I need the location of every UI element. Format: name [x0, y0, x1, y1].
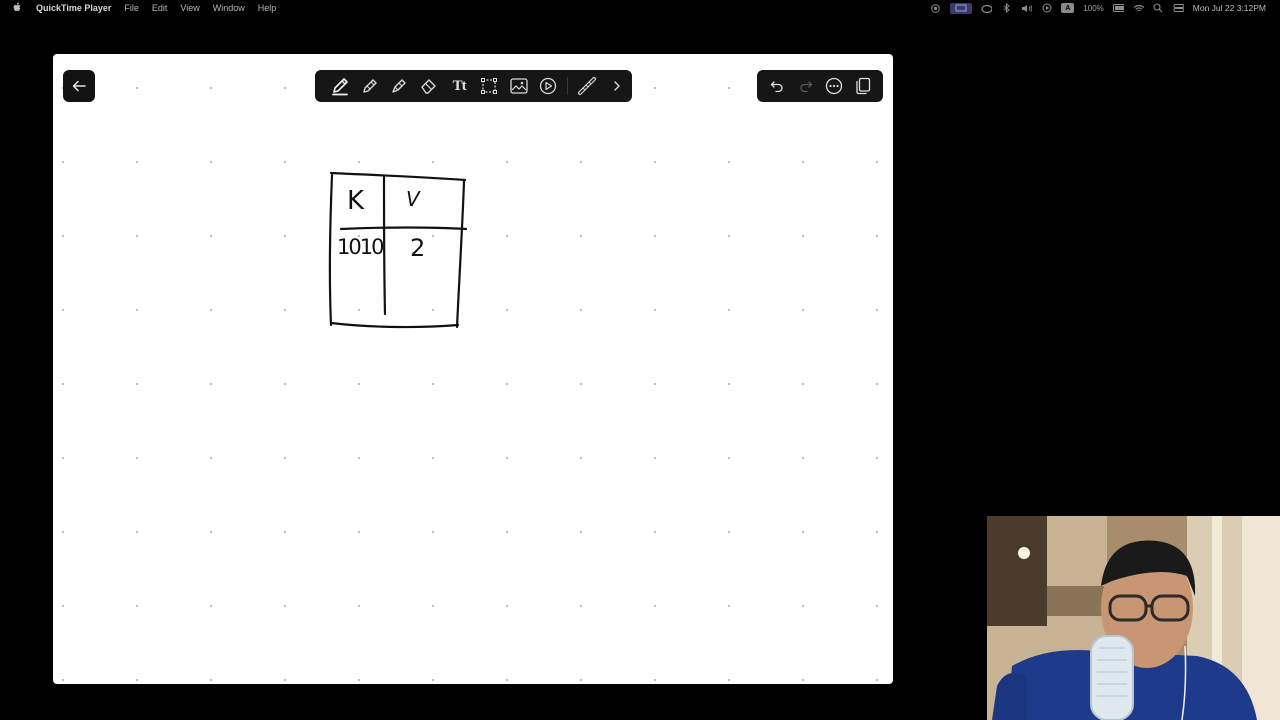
ruler-icon: [578, 77, 597, 95]
pages-icon: [856, 77, 870, 95]
pen-tool[interactable]: [325, 70, 355, 102]
undo-button[interactable]: [764, 73, 790, 99]
arrow-left-icon: [72, 80, 86, 92]
more-icon: [826, 77, 843, 95]
eraser-tool[interactable]: [414, 70, 444, 102]
pencil-icon: [362, 79, 377, 93]
history-toolbar: [757, 70, 883, 102]
control-center-icon[interactable]: [1173, 4, 1184, 13]
volume-icon[interactable]: [1021, 4, 1033, 13]
highlighter-tool[interactable]: [385, 70, 415, 102]
pages-button[interactable]: [850, 73, 876, 99]
highlighter-icon: [392, 79, 407, 93]
menu-help[interactable]: Help: [258, 3, 277, 13]
undo-icon: [771, 81, 783, 92]
menu-view[interactable]: View: [180, 3, 199, 13]
chevron-right-icon: [614, 81, 620, 91]
drawing-toolbar: Tt: [315, 70, 632, 102]
more-options-button[interactable]: [821, 73, 847, 99]
search-icon[interactable]: [1153, 3, 1164, 13]
screen-share-icon[interactable]: [950, 2, 973, 14]
toolbar-divider: [567, 77, 569, 95]
menu-clock[interactable]: Mon Jul 22 3:12PM: [1193, 3, 1266, 13]
menu-edit[interactable]: Edit: [152, 3, 168, 13]
shapes-icon: [540, 77, 557, 95]
table-row-value: 2: [410, 234, 426, 262]
shapes-tool[interactable]: [534, 70, 564, 102]
image-icon: [510, 78, 528, 94]
bluetooth-icon[interactable]: [1001, 3, 1012, 13]
table-header-value: V: [406, 187, 420, 211]
status-area: A 100% Mon Jul 22 3:12PM: [930, 0, 1266, 16]
lasso-select-icon: [480, 78, 497, 94]
redo-button[interactable]: [793, 73, 819, 99]
apple-menu-icon[interactable]: [13, 2, 22, 13]
battery-icon[interactable]: [1112, 4, 1124, 13]
pen-icon: [331, 78, 348, 96]
battery-percent: 100%: [1083, 3, 1104, 13]
menu-window[interactable]: Window: [213, 3, 245, 13]
input-source-icon[interactable]: A: [1061, 3, 1075, 13]
eraser-icon: [421, 79, 436, 94]
text-tool-icon: Tt: [452, 77, 467, 94]
wifi-icon[interactable]: [1133, 4, 1144, 13]
redo-icon: [800, 81, 812, 92]
creative-cloud-icon[interactable]: [981, 4, 993, 13]
menu-file[interactable]: File: [124, 3, 139, 13]
toolbar-expand-button[interactable]: [602, 70, 632, 102]
handdrawn-table: [328, 171, 468, 329]
text-tool[interactable]: Tt: [444, 70, 474, 102]
image-tool[interactable]: [504, 70, 534, 102]
presenter-video: [987, 516, 1280, 720]
webcam-overlay: [987, 516, 1280, 720]
back-button[interactable]: [63, 70, 95, 102]
lasso-select-tool[interactable]: [474, 70, 504, 102]
play-circle-icon[interactable]: [1041, 3, 1052, 13]
whiteboard-canvas[interactable]: Tt K V 1010 2: [53, 54, 893, 684]
menu-app-name[interactable]: QuickTime Player: [36, 3, 111, 13]
record-indicator-icon[interactable]: [930, 3, 941, 13]
ruler-tool[interactable]: [572, 70, 602, 102]
table-header-key: K: [347, 186, 365, 216]
table-row-key: 1010: [337, 235, 384, 259]
menu-bar: QuickTime Player File Edit View Window H…: [0, 0, 1280, 16]
pencil-tool[interactable]: [355, 70, 385, 102]
